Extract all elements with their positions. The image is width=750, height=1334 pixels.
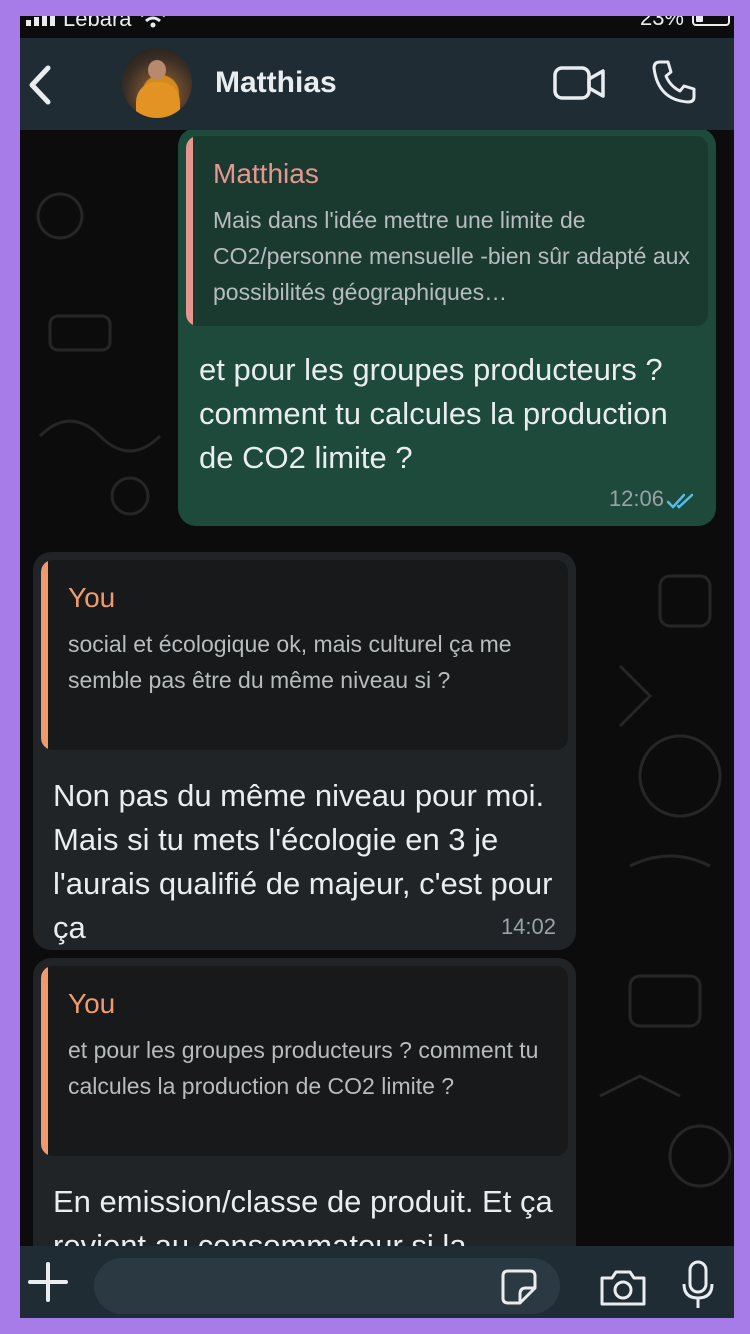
chevron-left-icon	[29, 65, 51, 105]
video-camera-icon	[553, 66, 605, 100]
message-time: 12:06	[608, 486, 664, 511]
signal-icon	[26, 16, 55, 26]
quoted-message[interactable]: Matthias Mais dans l'idée mettre une lim…	[186, 136, 708, 326]
quote-author: Matthias	[213, 158, 319, 189]
camera-button[interactable]	[598, 1268, 648, 1308]
wifi-icon	[140, 16, 165, 28]
status-bar: Lebara 23%	[20, 16, 734, 38]
chat-screen: Lebara 23% Matthias Matthias Mais dans l…	[20, 16, 734, 1318]
battery-percent: 23%	[639, 16, 684, 30]
phone-icon	[652, 60, 696, 104]
attach-button[interactable]	[26, 1260, 70, 1304]
quote-text: et pour les groupes producteurs ? commen…	[68, 1037, 539, 1099]
quote-accent-bar	[41, 966, 48, 1156]
contact-name[interactable]: Matthias	[215, 66, 337, 100]
camera-icon	[600, 1270, 646, 1306]
quote-accent-bar	[41, 560, 48, 750]
message-composer	[20, 1246, 734, 1318]
quote-text: social et écologique ok, mais culturel ç…	[68, 631, 512, 693]
message-text: Non pas du même niveau pour moi. Mais si…	[53, 778, 553, 945]
video-call-button[interactable]	[552, 60, 608, 108]
quote-accent-bar	[186, 136, 193, 326]
quoted-message[interactable]: You et pour les groupes producteurs ? co…	[41, 966, 568, 1156]
battery-icon	[692, 16, 730, 26]
voice-message-button[interactable]	[680, 1260, 716, 1312]
read-receipt-icon	[666, 493, 694, 509]
sticker-button[interactable]	[500, 1268, 538, 1306]
sticker-icon	[501, 1269, 537, 1305]
chat-header: Matthias	[20, 38, 734, 130]
voice-call-button[interactable]	[650, 58, 698, 106]
message-bubble-outgoing[interactable]: Matthias Mais dans l'idée mettre une lim…	[178, 128, 716, 526]
carrier-name: Lebara	[63, 16, 132, 31]
quote-author: You	[68, 582, 116, 613]
avatar[interactable]	[122, 48, 192, 118]
microphone-icon	[682, 1260, 714, 1308]
quoted-message[interactable]: You social et écologique ok, mais cultur…	[41, 560, 568, 750]
plus-icon	[28, 1262, 68, 1302]
message-input[interactable]	[94, 1258, 560, 1314]
message-time: 14:02	[500, 914, 556, 939]
back-button[interactable]	[20, 60, 60, 110]
quote-author: You	[68, 988, 116, 1019]
quote-text: Mais dans l'idée mettre une limite de CO…	[213, 207, 690, 305]
message-bubble-incoming[interactable]: You social et écologique ok, mais cultur…	[33, 552, 576, 950]
message-text: et pour les groupes producteurs ? commen…	[199, 352, 668, 475]
